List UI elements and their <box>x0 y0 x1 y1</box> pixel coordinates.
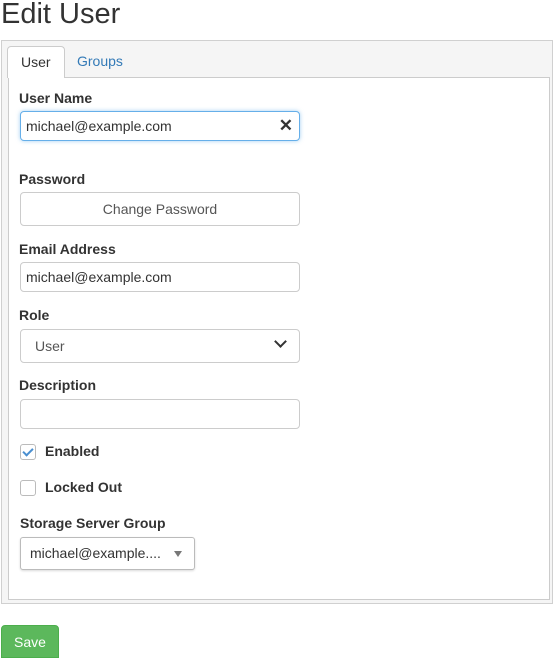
password-label: Password <box>19 171 86 187</box>
tab-groups[interactable]: Groups <box>64 46 136 77</box>
checkmark-icon <box>22 445 34 457</box>
storage-group-label: Storage Server Group <box>20 515 166 531</box>
description-input[interactable] <box>20 399 300 429</box>
description-label: Description <box>19 377 97 393</box>
email-value: michael@example.com <box>26 269 172 285</box>
username-value: michael@example.com <box>26 118 172 134</box>
username-label: User Name <box>19 90 93 106</box>
tab-user[interactable]: User <box>7 46 65 78</box>
storage-group-value: michael@example.... <box>30 545 161 561</box>
locked-out-checkbox[interactable] <box>20 480 36 496</box>
role-label: Role <box>19 307 50 323</box>
close-icon[interactable]: ✕ <box>279 112 293 140</box>
page-title: Edit User <box>1 0 121 30</box>
enabled-checkbox[interactable] <box>20 444 36 460</box>
caret-down-icon <box>174 551 182 557</box>
email-label: Email Address <box>19 241 116 257</box>
storage-group-dropdown[interactable]: michael@example.... <box>20 537 195 570</box>
username-input[interactable]: michael@example.com ✕ <box>20 111 300 141</box>
role-select[interactable]: User <box>20 329 300 363</box>
email-input[interactable]: michael@example.com <box>20 262 300 292</box>
role-value: User <box>35 338 65 354</box>
locked-out-label[interactable]: Locked Out <box>45 479 122 495</box>
change-password-button[interactable]: Change Password <box>20 192 300 226</box>
enabled-label[interactable]: Enabled <box>45 443 99 459</box>
chevron-down-icon <box>274 335 287 348</box>
save-button[interactable]: Save <box>1 625 59 658</box>
